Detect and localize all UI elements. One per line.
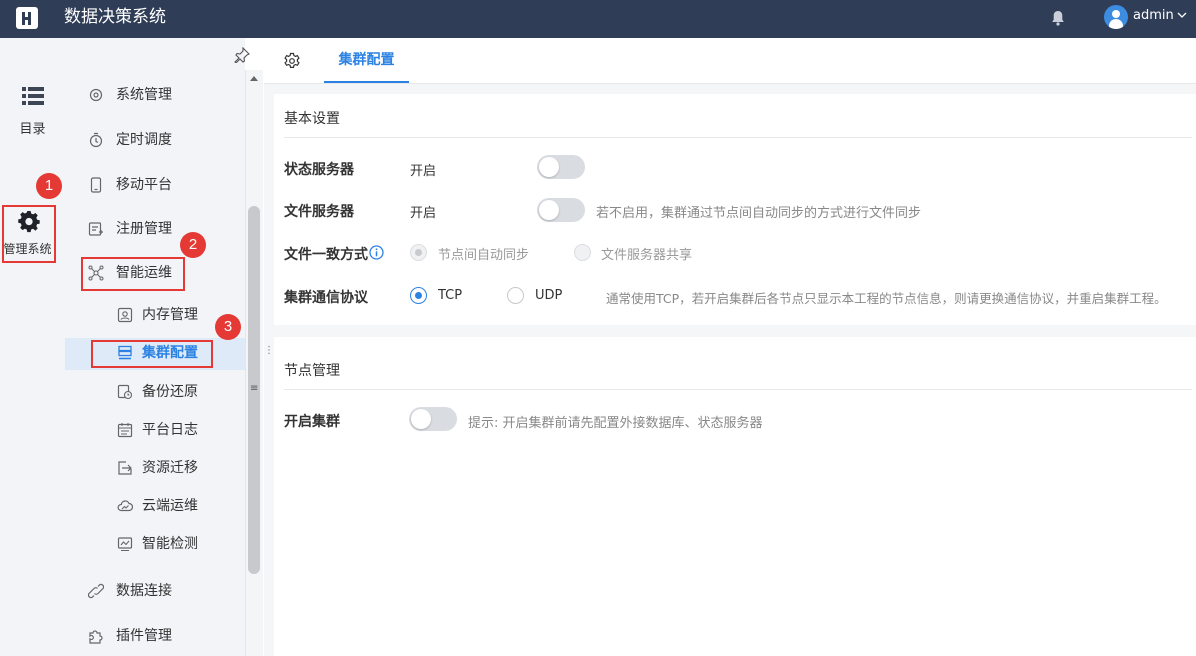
menu-item-system-manage[interactable]: 系统管理: [86, 76, 172, 114]
menu-item-label: 系统管理: [116, 87, 172, 103]
menu-item-backup[interactable]: 备份还原: [115, 373, 198, 411]
protocol-radio-udp[interactable]: [507, 287, 524, 304]
menu-item-label: 数据连接: [116, 583, 172, 599]
state-server-value: 开启: [410, 164, 437, 179]
section-title-basic: 基本设置: [284, 111, 340, 127]
list-icon: [21, 87, 44, 105]
consistency-opt2-label: 文件服务器共享: [601, 248, 693, 263]
export-icon: [118, 461, 132, 475]
menu-item-smart-check[interactable]: 智能检测: [115, 525, 198, 563]
highlight-box-smart-ops: [81, 257, 185, 291]
user-name[interactable]: admin: [1133, 8, 1174, 23]
file-server-hint: 若不启用，集群通过节点间自动同步的方式进行文件同步: [596, 206, 922, 221]
menu-item-label: 移动平台: [116, 177, 172, 193]
section-title-node: 节点管理: [284, 363, 340, 379]
protocol-radio-tcp[interactable]: [410, 287, 427, 304]
file-server-value: 开启: [410, 206, 437, 221]
consistency-opt1-label: 节点间自动同步: [438, 248, 530, 263]
menu-item-cloud-ops[interactable]: 云端运维: [115, 487, 198, 525]
enable-cluster-hint: 提示: 开启集群前请先配置外接数据库、状态服务器: [468, 416, 763, 431]
menu-item-data-conn[interactable]: 数据连接: [86, 572, 172, 610]
top-bar: [0, 0, 1196, 38]
rail-admin-label: 管理系统: [3, 242, 52, 256]
consistency-radio-auto-sync[interactable]: [410, 244, 427, 261]
section-divider: [284, 389, 1192, 390]
protocol-hint: 通常使用TCP，若开启集群后各节点只显示本工程的节点信息，则请更换通信协议，并重…: [606, 291, 1167, 306]
register-icon: [88, 222, 103, 236]
app-logo[interactable]: [16, 7, 38, 29]
calendar-icon: [117, 423, 133, 438]
user-avatar[interactable]: [1104, 5, 1128, 29]
info-icon[interactable]: [369, 245, 384, 260]
menu-item-memory[interactable]: 内存管理: [115, 296, 198, 334]
scroll-up-arrow-icon[interactable]: [250, 76, 258, 81]
step-badge-3: 3: [215, 314, 241, 340]
menu-item-plugin[interactable]: 插件管理: [86, 617, 172, 655]
app-title: 数据决策系统: [64, 7, 166, 27]
puzzle-icon: [89, 630, 103, 644]
state-server-label: 状态服务器: [284, 162, 354, 178]
menu-item-label: 智能检测: [142, 536, 198, 552]
monitor-icon: [117, 537, 133, 552]
file-server-label: 文件服务器: [284, 204, 354, 220]
grip-icon: ≡: [250, 383, 259, 394]
rail-catalog-label: 目录: [19, 122, 46, 137]
highlight-box-cluster: [91, 340, 213, 368]
step-badge-2: 2: [180, 232, 206, 258]
menu-item-register[interactable]: 注册管理: [86, 210, 172, 248]
bell-icon[interactable]: [1051, 10, 1065, 26]
settings-icon: [89, 88, 103, 102]
menu-item-mobile[interactable]: 移动平台: [86, 166, 172, 204]
chevron-down-icon[interactable]: [1176, 9, 1188, 21]
rail-admin-system[interactable]: 管理系统: [2, 205, 56, 263]
menu-item-label: 插件管理: [116, 628, 172, 644]
menu-item-label: 备份还原: [142, 384, 198, 400]
menu-item-label: 定时调度: [116, 132, 172, 148]
timer-icon: [89, 132, 103, 148]
pin-icon[interactable]: [234, 47, 250, 63]
tab-cluster-config[interactable]: 集群配置: [324, 38, 409, 83]
enable-cluster-label: 开启集群: [284, 414, 340, 430]
memory-icon: [117, 307, 133, 323]
menu-item-label: 注册管理: [116, 221, 172, 237]
link-icon: [88, 583, 104, 599]
menu-item-label: 资源迁移: [142, 460, 198, 476]
state-server-toggle[interactable]: [537, 155, 585, 179]
consistency-label: 文件一致方式: [284, 247, 368, 263]
menu-item-label: 内存管理: [142, 307, 198, 323]
menu-item-label: 云端运维: [142, 498, 198, 514]
enable-cluster-toggle[interactable]: [409, 407, 457, 431]
step-badge-1: 1: [36, 173, 62, 199]
menu-item-schedule[interactable]: 定时调度: [86, 121, 172, 159]
mobile-icon: [90, 177, 102, 193]
settings-icon[interactable]: [283, 52, 301, 70]
menu-item-platform-log[interactable]: 平台日志: [115, 411, 198, 449]
protocol-label: 集群通信协议: [284, 290, 368, 306]
consistency-radio-file-server[interactable]: [574, 244, 591, 261]
menu-item-label: 平台日志: [142, 422, 198, 438]
backup-icon: [117, 384, 133, 400]
node-management-panel: [274, 337, 1196, 656]
rail-catalog[interactable]: 目录: [0, 86, 65, 137]
gear-icon: [18, 211, 40, 233]
splitter-handle-icon[interactable]: ⋮: [264, 346, 274, 356]
cloud-icon: [117, 500, 133, 512]
protocol-tcp-label: TCP: [438, 288, 463, 303]
section-divider: [284, 137, 1192, 138]
file-server-toggle[interactable]: [537, 198, 585, 222]
menu-item-migration[interactable]: 资源迁移: [115, 449, 198, 487]
protocol-udp-label: UDP: [535, 288, 563, 303]
